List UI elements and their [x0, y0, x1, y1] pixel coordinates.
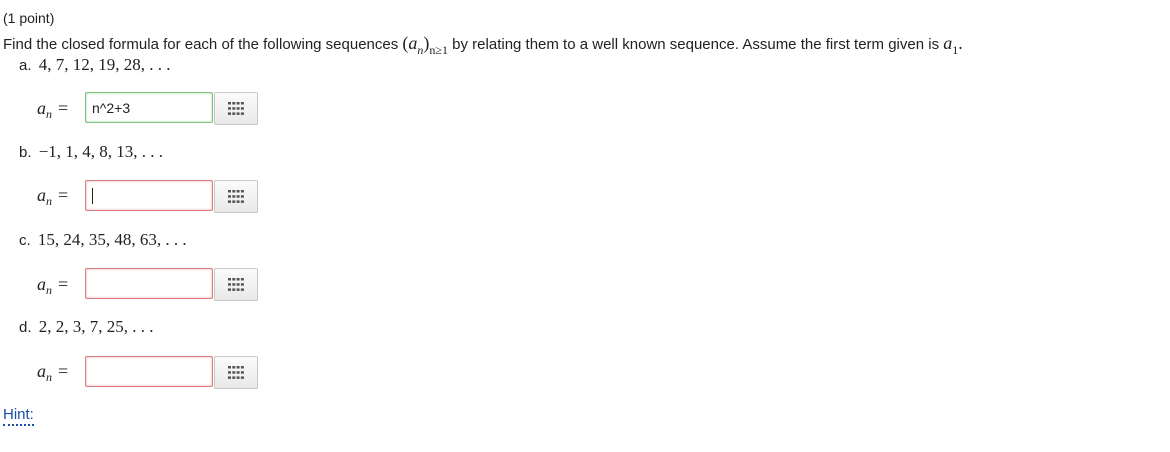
sequence-notation: (an)n≥1: [402, 33, 448, 57]
grid-icon: [228, 102, 244, 115]
question-d: d. 2, 2, 3, 7, 25, . . .: [19, 317, 153, 337]
answer-lhs: an =: [37, 98, 69, 121]
sequence-terms: 4, 7, 12, 19, 28, . . .: [38, 55, 171, 74]
question-label: c.: [19, 232, 31, 249]
sequence-terms: −1, 1, 4, 8, 13, . . .: [38, 142, 164, 161]
prompt-text-middle: by relating them to a well known sequenc…: [452, 36, 940, 53]
answer-input-a[interactable]: n^2+3: [85, 92, 213, 123]
answer-input-d[interactable]: [85, 356, 213, 387]
first-term-notation: a1.: [943, 33, 963, 57]
grid-icon: [228, 278, 244, 291]
question-label: b.: [19, 144, 32, 161]
equation-editor-button-c[interactable]: [214, 268, 258, 301]
question-label: d.: [19, 319, 32, 336]
answer-lhs: an =: [37, 185, 69, 208]
prompt-text-before: Find the closed formula for each of the …: [3, 36, 399, 53]
question-label: a.: [19, 57, 32, 74]
equation-editor-button-b[interactable]: [214, 180, 258, 213]
answer-input-b[interactable]: [85, 180, 213, 211]
question-a: a. 4, 7, 12, 19, 28, . . .: [19, 55, 170, 75]
hint-link[interactable]: Hint:: [3, 406, 34, 426]
points-label: (1 point): [3, 10, 55, 26]
question-b: b. −1, 1, 4, 8, 13, . . .: [19, 142, 163, 162]
answer-lhs: an =: [37, 361, 69, 384]
text-caret: [92, 188, 93, 204]
grid-icon: [228, 190, 244, 203]
equation-editor-button-d[interactable]: [214, 356, 258, 389]
answer-input-c[interactable]: [85, 268, 213, 299]
question-c: c. 15, 24, 35, 48, 63, . . .: [19, 230, 187, 250]
answer-lhs: an =: [37, 274, 69, 297]
sequence-terms: 2, 2, 3, 7, 25, . . .: [38, 317, 154, 336]
equation-editor-button-a[interactable]: [214, 92, 258, 125]
sequence-terms: 15, 24, 35, 48, 63, . . .: [37, 230, 187, 249]
grid-icon: [228, 366, 244, 379]
